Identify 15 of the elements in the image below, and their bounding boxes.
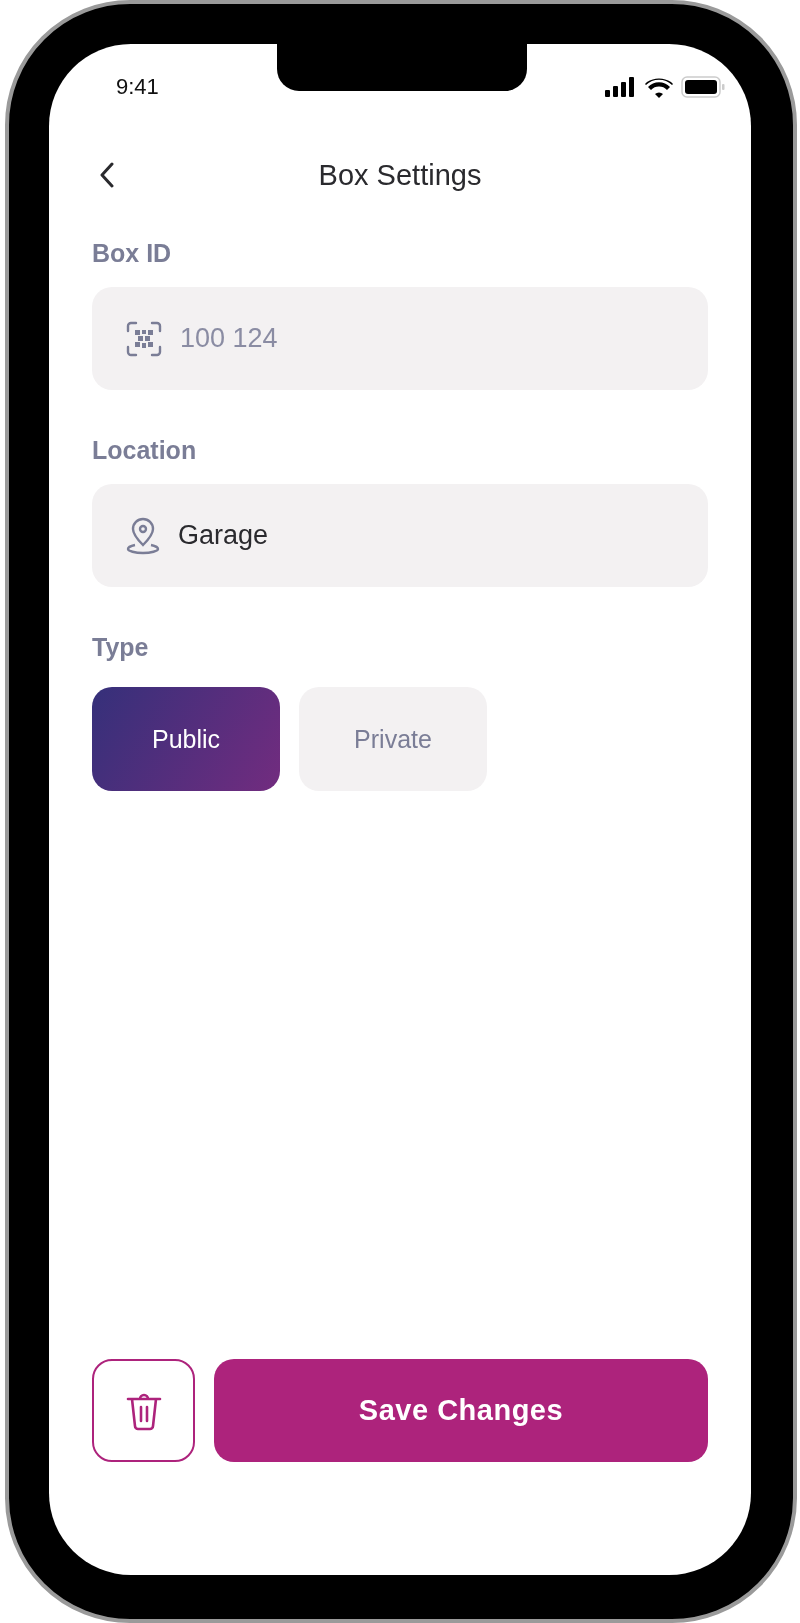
field-label: Box ID <box>92 238 173 268</box>
status-time: 9:41 <box>116 74 159 100</box>
screen-title: Box Settings <box>318 158 482 192</box>
type-option[interactable]: Private <box>299 687 487 791</box>
field-label: Location <box>92 435 198 465</box>
delete-button[interactable] <box>92 1359 195 1462</box>
location-pin-icon <box>126 516 160 555</box>
type-option[interactable]: Public <box>92 687 280 791</box>
battery-icon <box>681 76 725 98</box>
wifi-icon <box>645 76 673 98</box>
qr-code-icon <box>126 320 162 357</box>
location-field[interactable]: Garage <box>92 484 708 587</box>
type-label: Type <box>92 632 150 662</box>
save-changes-button[interactable]: Save Changes <box>214 1359 708 1462</box>
signal-icon <box>605 77 637 97</box>
